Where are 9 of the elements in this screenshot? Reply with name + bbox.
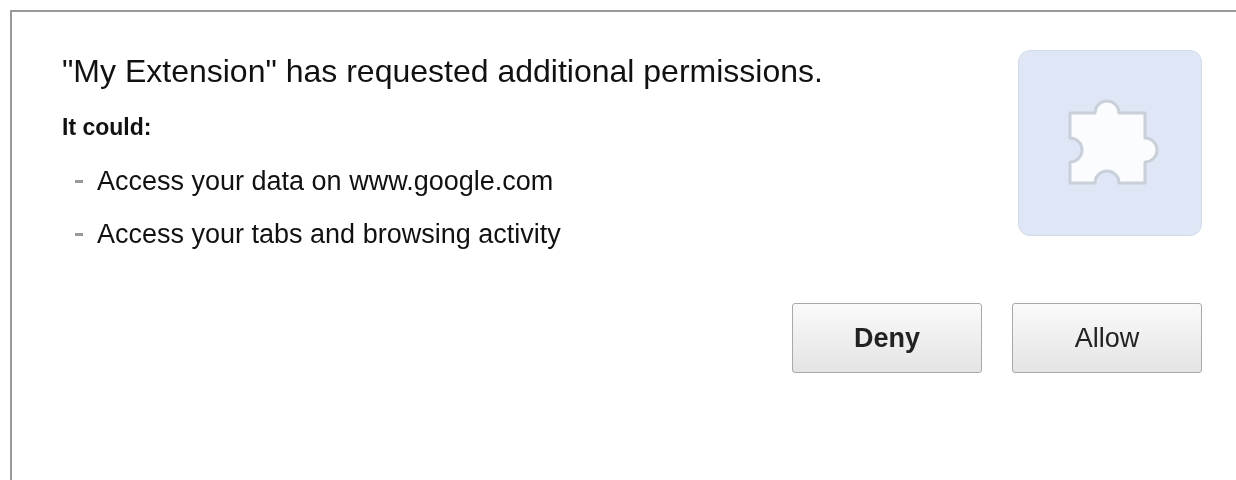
dialog-button[interactable]: Allow	[1012, 303, 1202, 373]
bullet-icon	[75, 233, 83, 236]
extension-icon	[1018, 50, 1202, 236]
permissions-heading: It could:	[62, 114, 153, 141]
permission-text: Access your data on www.google.com	[97, 166, 554, 197]
permission-text: Access your tabs and browsing activity	[97, 219, 561, 250]
dialog-title: "My Extension" has requested additional permissions.	[62, 52, 824, 91]
bullet-icon	[75, 180, 83, 183]
dialog-button[interactable]: Deny	[792, 303, 982, 373]
